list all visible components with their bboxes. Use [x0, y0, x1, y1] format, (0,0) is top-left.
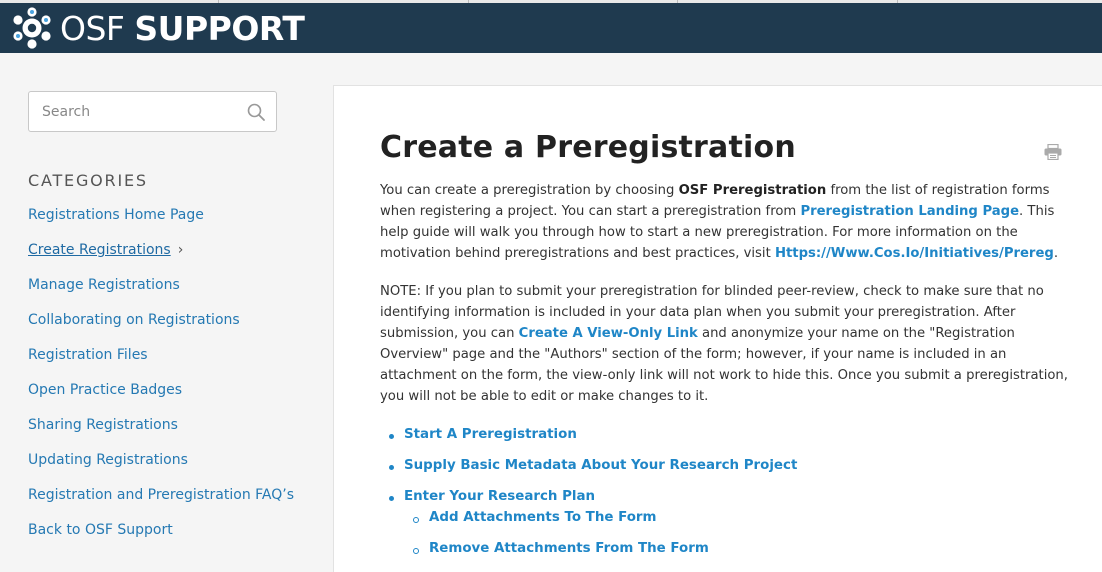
search-box	[28, 91, 277, 132]
bullet-icon	[389, 465, 394, 470]
category-link-collaborating[interactable]: Collaborating on Registrations	[28, 312, 240, 328]
category-item: Back to OSF Support	[28, 521, 294, 556]
toc-link-remove-attachments[interactable]: Remove Attachments From The Form	[429, 541, 709, 556]
browser-tab-strip	[0, 0, 1102, 3]
category-link-registrations-home[interactable]: Registrations Home Page	[28, 207, 204, 223]
category-link-back-to-support[interactable]: Back to OSF Support	[28, 522, 173, 538]
osf-support-logo-link[interactable]: OSF SUPPORT	[8, 6, 305, 50]
preregistration-landing-page-link[interactable]: Preregistration Landing Page	[800, 204, 1019, 219]
category-link-updating-registrations[interactable]: Updating Registrations	[28, 452, 188, 468]
toc-link-basic-metadata[interactable]: Supply Basic Metadata About Your Researc…	[404, 458, 797, 473]
category-link-create-registrations[interactable]: Create Registrations	[28, 242, 171, 258]
category-link-sharing-registrations[interactable]: Sharing Registrations	[28, 417, 178, 433]
bullet-icon	[389, 434, 394, 439]
search-input[interactable]	[29, 92, 239, 131]
category-item-active: Create Registrations ›	[28, 241, 294, 276]
bold-text: OSF Preregistration	[678, 183, 827, 198]
site-header: OSF SUPPORT	[0, 0, 1102, 53]
category-link-faq[interactable]: Registration and Preregistration FAQ’s	[28, 487, 294, 503]
logo-support-word: SUPPORT	[134, 8, 305, 48]
page-title: Create a Preregistration	[380, 130, 796, 165]
note-paragraph: NOTE: If you plan to submit your preregi…	[380, 281, 1070, 407]
chevron-right-icon: ›	[177, 242, 184, 258]
category-item: Updating Registrations	[28, 451, 294, 486]
logo-osf-word: OSF	[60, 8, 125, 48]
search-icon[interactable]	[246, 102, 266, 122]
sub-bullet-icon	[413, 517, 419, 523]
category-item: Collaborating on Registrations	[28, 311, 294, 346]
view-only-link[interactable]: Create A View-Only Link	[519, 326, 698, 341]
text: You can create a preregistration by choo…	[380, 183, 679, 198]
print-icon[interactable]	[1044, 144, 1062, 160]
category-item: Sharing Registrations	[28, 416, 294, 451]
cos-prereg-link[interactable]: Https://Www.Cos.Io/Initiatives/Prereg	[775, 246, 1054, 261]
text: .	[1053, 246, 1059, 261]
category-item: Registration Files	[28, 346, 294, 381]
sidebar: CATEGORIES Registrations Home Page Creat…	[0, 53, 333, 572]
toc-link-research-plan[interactable]: Enter Your Research Plan	[404, 489, 595, 504]
osf-logo-icon	[13, 7, 51, 49]
categories-heading: CATEGORIES	[28, 171, 148, 190]
article-panel: Create a Preregistration You can create …	[333, 85, 1102, 572]
bullet-icon	[389, 496, 394, 501]
logo-text: OSF SUPPORT	[60, 8, 305, 48]
category-link-registration-files[interactable]: Registration Files	[28, 347, 148, 363]
category-link-open-practice-badges[interactable]: Open Practice Badges	[28, 382, 182, 398]
category-item: Registrations Home Page	[28, 206, 294, 241]
toc-link-start-preregistration[interactable]: Start A Preregistration	[404, 427, 577, 442]
sub-bullet-icon	[413, 548, 419, 554]
category-list: Registrations Home Page Create Registrat…	[28, 206, 294, 556]
toc-link-add-attachments[interactable]: Add Attachments To The Form	[429, 510, 656, 525]
category-item: Manage Registrations	[28, 276, 294, 311]
category-link-manage-registrations[interactable]: Manage Registrations	[28, 277, 180, 293]
intro-paragraph: You can create a preregistration by choo…	[380, 180, 1070, 264]
category-item: Registration and Preregistration FAQ’s	[28, 486, 294, 521]
category-item: Open Practice Badges	[28, 381, 294, 416]
